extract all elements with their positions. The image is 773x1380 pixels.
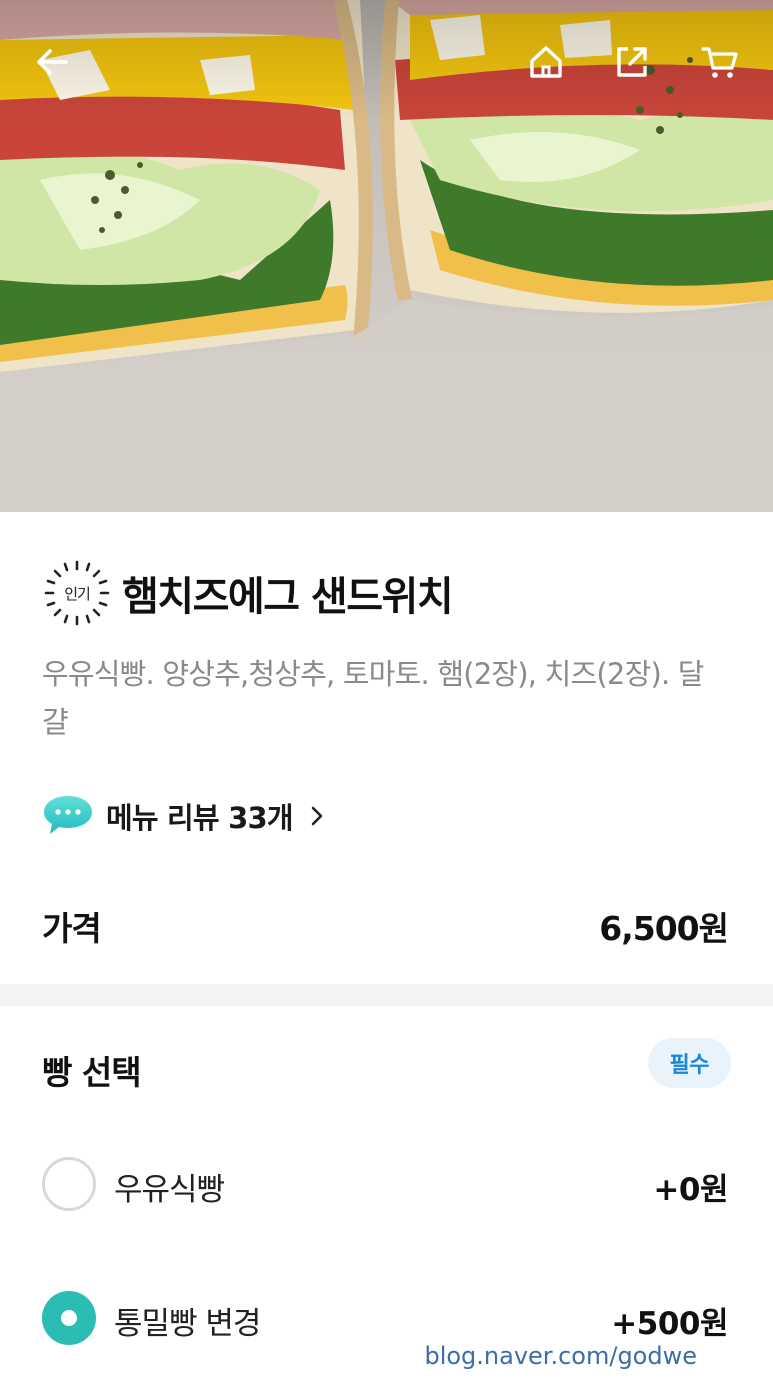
price-label: 가격 [42, 909, 102, 948]
home-button[interactable] [522, 38, 570, 86]
required-badge: 필수 [647, 1038, 731, 1088]
option-price: +500원 [611, 1306, 728, 1342]
price-value: 6,500원 [599, 909, 729, 948]
option-row-milk-bread[interactable]: 우유식빵 +0원 [0, 1144, 773, 1224]
share-icon [617, 47, 647, 77]
badge-label: 인기 [64, 584, 91, 603]
option-name: 통밀빵 변경 [114, 1306, 261, 1342]
menu-review-link[interactable]: 메뉴 리뷰 33개 [42, 786, 327, 846]
blog-watermark: blog.naver.com/godwe [424, 1342, 697, 1370]
option-group-title: 빵 선택 [42, 1053, 142, 1092]
cart-button[interactable] [696, 38, 744, 86]
share-button[interactable] [608, 38, 656, 86]
radio-selected[interactable] [42, 1291, 96, 1345]
top-bar [0, 0, 773, 124]
menu-title: 햄치즈에그 샌드위치 [122, 574, 454, 620]
home-icon [530, 46, 562, 78]
chat-bubble-icon [44, 796, 92, 834]
radio-unselected[interactable] [42, 1157, 96, 1211]
chevron-right-icon [311, 806, 323, 826]
cart-icon [701, 47, 738, 78]
section-divider [0, 984, 773, 1006]
option-price: +0원 [653, 1172, 728, 1208]
menu-description: 우유식빵. 양상추,청상추, 토마토. 햄(2장), 치즈(2장). 달걀 [42, 657, 704, 739]
arrow-left-icon [37, 49, 68, 75]
popular-badge: 인기 [42, 558, 112, 628]
bread-option-group: 빵 선택 필수 우유식빵 +0원 통밀빵 변경 +500원 [0, 1006, 773, 1380]
back-button[interactable] [28, 38, 76, 86]
option-name: 우유식빵 [114, 1172, 225, 1208]
review-link-label: 메뉴 리뷰 33개 [106, 801, 294, 835]
menu-info: 인기 햄치즈에그 샌드위치 우유식빵. 양상추,청상추, 토마토. 햄(2장),… [0, 512, 773, 984]
